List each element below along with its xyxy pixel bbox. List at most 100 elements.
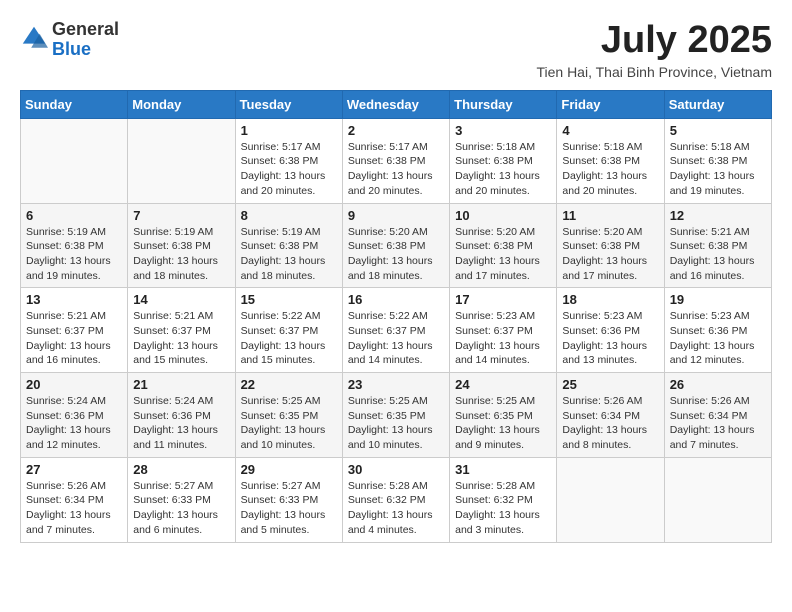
day-info: Sunrise: 5:17 AM Sunset: 6:38 PM Dayligh… [348,140,444,199]
calendar-cell: 17Sunrise: 5:23 AM Sunset: 6:37 PM Dayli… [450,288,557,373]
month-title: July 2025 [536,20,772,62]
weekday-header: Sunday [21,90,128,118]
calendar-cell: 11Sunrise: 5:20 AM Sunset: 6:38 PM Dayli… [557,203,664,288]
weekday-header: Thursday [450,90,557,118]
day-number: 25 [562,377,658,392]
day-number: 15 [241,292,337,307]
calendar-cell [21,118,128,203]
calendar-cell: 15 Sunrise: 5:22 AM Sunset: 6:37 PM Dayli… [235,288,342,373]
calendar-cell: 7Sunrise: 5:19 AM Sunset: 6:38 PM Daylig… [128,203,235,288]
day-info: Sunrise: 5:20 AM Sunset: 6:38 PM Dayligh… [348,225,444,284]
calendar-cell: 10 Sunrise: 5:20 AM Sunset: 6:38 PM Dayli… [450,203,557,288]
day-info: Sunrise: 5:28 AM Sunset: 6:32 PM Dayligh… [455,479,551,538]
weekday-row: SundayMondayTuesdayWednesdayThursdayFrid… [21,90,772,118]
day-number: 9 [348,208,444,223]
day-number: 5 [670,123,766,138]
calendar-cell: 2 Sunrise: 5:17 AM Sunset: 6:38 PM Daylig… [342,118,449,203]
calendar-cell: 25Sunrise: 5:26 AM Sunset: 6:34 PM Dayli… [557,373,664,458]
calendar-cell: 1Sunrise: 5:17 AM Sunset: 6:38 PM Daylig… [235,118,342,203]
day-info: Sunrise: 5:23 AM Sunset: 6:36 PM Dayligh… [670,309,766,368]
weekday-header: Saturday [664,90,771,118]
calendar-cell: 22 Sunrise: 5:25 AM Sunset: 6:35 PM Dayli… [235,373,342,458]
day-number: 3 [455,123,551,138]
calendar-week-row: 1 Sunrise: 5:17 AM Sunset: 6:38 PM Daylig… [21,118,772,203]
calendar-cell: 30 Sunrise: 5:28 AM Sunset: 6:32 PM Dayli… [342,457,449,542]
calendar-cell: 26Sunrise: 5:26 AM Sunset: 6:34 PM Dayli… [664,373,771,458]
calendar-week-row: 13Sunrise: 5:21 AM Sunset: 6:37 PM Dayli… [21,288,772,373]
logo-text: General Blue [52,20,119,60]
day-info: Sunrise: 5:26 AM Sunset: 6:34 PM Dayligh… [670,394,766,453]
day-number: 31 [455,462,551,477]
calendar-cell: 31 Sunrise: 5:28 AM Sunset: 6:32 PM Dayli… [450,457,557,542]
day-info: Sunrise: 5:18 AM Sunset: 6:38 PM Dayligh… [455,140,551,199]
calendar-cell: 27 Sunrise: 5:26 AM Sunset: 6:34 PM Dayli… [21,457,128,542]
day-info: Sunrise: 5:18 AM Sunset: 6:38 PM Dayligh… [562,140,658,199]
day-info: Sunrise: 5:21 AM Sunset: 6:37 PM Dayligh… [133,309,229,368]
day-number: 29 [241,462,337,477]
day-number: 20 [26,377,122,392]
day-number: 21 [133,377,229,392]
day-number: 17 [455,292,551,307]
calendar-cell: 23 Sunrise: 5:25 AM Sunset: 6:35 PM Dayli… [342,373,449,458]
day-info: Sunrise: 5:20 AM Sunset: 6:38 PM Dayligh… [455,225,551,284]
day-number: 1 [241,123,337,138]
calendar-cell: 4 Sunrise: 5:18 AM Sunset: 6:38 PM Daylig… [557,118,664,203]
calendar-cell: 9 Sunrise: 5:20 AM Sunset: 6:38 PM Daylig… [342,203,449,288]
day-info: Sunrise: 5:21 AM Sunset: 6:38 PM Dayligh… [670,225,766,284]
logo-icon [20,24,48,52]
calendar-cell: 13Sunrise: 5:21 AM Sunset: 6:37 PM Dayli… [21,288,128,373]
day-info: Sunrise: 5:18 AM Sunset: 6:38 PM Dayligh… [670,140,766,199]
day-number: 16 [348,292,444,307]
day-number: 8 [241,208,337,223]
day-info: Sunrise: 5:24 AM Sunset: 6:36 PM Dayligh… [133,394,229,453]
day-number: 4 [562,123,658,138]
day-number: 12 [670,208,766,223]
day-number: 30 [348,462,444,477]
calendar-cell: 21 Sunrise: 5:24 AM Sunset: 6:36 PM Dayli… [128,373,235,458]
day-info: Sunrise: 5:25 AM Sunset: 6:35 PM Dayligh… [348,394,444,453]
calendar-header: SundayMondayTuesdayWednesdayThursdayFrid… [21,90,772,118]
day-info: Sunrise: 5:26 AM Sunset: 6:34 PM Dayligh… [26,479,122,538]
day-number: 19 [670,292,766,307]
day-info: Sunrise: 5:21 AM Sunset: 6:37 PM Dayligh… [26,309,122,368]
calendar-cell [128,118,235,203]
day-number: 23 [348,377,444,392]
calendar-cell: 18 Sunrise: 5:23 AM Sunset: 6:36 PM Dayli… [557,288,664,373]
day-number: 22 [241,377,337,392]
location: Tien Hai, Thai Binh Province, Vietnam [536,64,772,80]
day-info: Sunrise: 5:23 AM Sunset: 6:36 PM Dayligh… [562,309,658,368]
title-block: July 2025 Tien Hai, Thai Binh Province, … [536,20,772,80]
calendar-cell [664,457,771,542]
calendar-table: SundayMondayTuesdayWednesdayThursdayFrid… [20,90,772,543]
calendar-week-row: 27 Sunrise: 5:26 AM Sunset: 6:34 PM Dayli… [21,457,772,542]
calendar-cell: 20 Sunrise: 5:24 AM Sunset: 6:36 PM Dayli… [21,373,128,458]
calendar-cell [557,457,664,542]
day-number: 18 [562,292,658,307]
day-info: Sunrise: 5:22 AM Sunset: 6:37 PM Dayligh… [241,309,337,368]
day-info: Sunrise: 5:24 AM Sunset: 6:36 PM Dayligh… [26,394,122,453]
day-number: 6 [26,208,122,223]
day-number: 27 [26,462,122,477]
calendar-cell: 8 Sunrise: 5:19 AM Sunset: 6:38 PM Daylig… [235,203,342,288]
calendar-week-row: 6 Sunrise: 5:19 AM Sunset: 6:38 PM Daylig… [21,203,772,288]
calendar-cell: 28 Sunrise: 5:27 AM Sunset: 6:33 PM Dayli… [128,457,235,542]
day-info: Sunrise: 5:19 AM Sunset: 6:38 PM Dayligh… [241,225,337,284]
day-info: Sunrise: 5:27 AM Sunset: 6:33 PM Dayligh… [241,479,337,538]
day-info: Sunrise: 5:20 AM Sunset: 6:38 PM Dayligh… [562,225,658,284]
day-info: Sunrise: 5:27 AM Sunset: 6:33 PM Dayligh… [133,479,229,538]
day-info: Sunrise: 5:19 AM Sunset: 6:38 PM Dayligh… [133,225,229,284]
day-info: Sunrise: 5:25 AM Sunset: 6:35 PM Dayligh… [241,394,337,453]
weekday-header: Tuesday [235,90,342,118]
day-number: 10 [455,208,551,223]
weekday-header: Monday [128,90,235,118]
day-info: Sunrise: 5:28 AM Sunset: 6:32 PM Dayligh… [348,479,444,538]
calendar-cell: 24Sunrise: 5:25 AM Sunset: 6:35 PM Dayli… [450,373,557,458]
calendar-cell: 16Sunrise: 5:22 AM Sunset: 6:37 PM Dayli… [342,288,449,373]
day-number: 28 [133,462,229,477]
weekday-header: Wednesday [342,90,449,118]
calendar-cell: 29 Sunrise: 5:27 AM Sunset: 6:33 PM Dayli… [235,457,342,542]
calendar-cell: 12 Sunrise: 5:21 AM Sunset: 6:38 PM Dayli… [664,203,771,288]
logo-blue: Blue [52,40,119,60]
calendar-cell: 6Sunrise: 5:19 AM Sunset: 6:38 PM Daylig… [21,203,128,288]
day-number: 2 [348,123,444,138]
